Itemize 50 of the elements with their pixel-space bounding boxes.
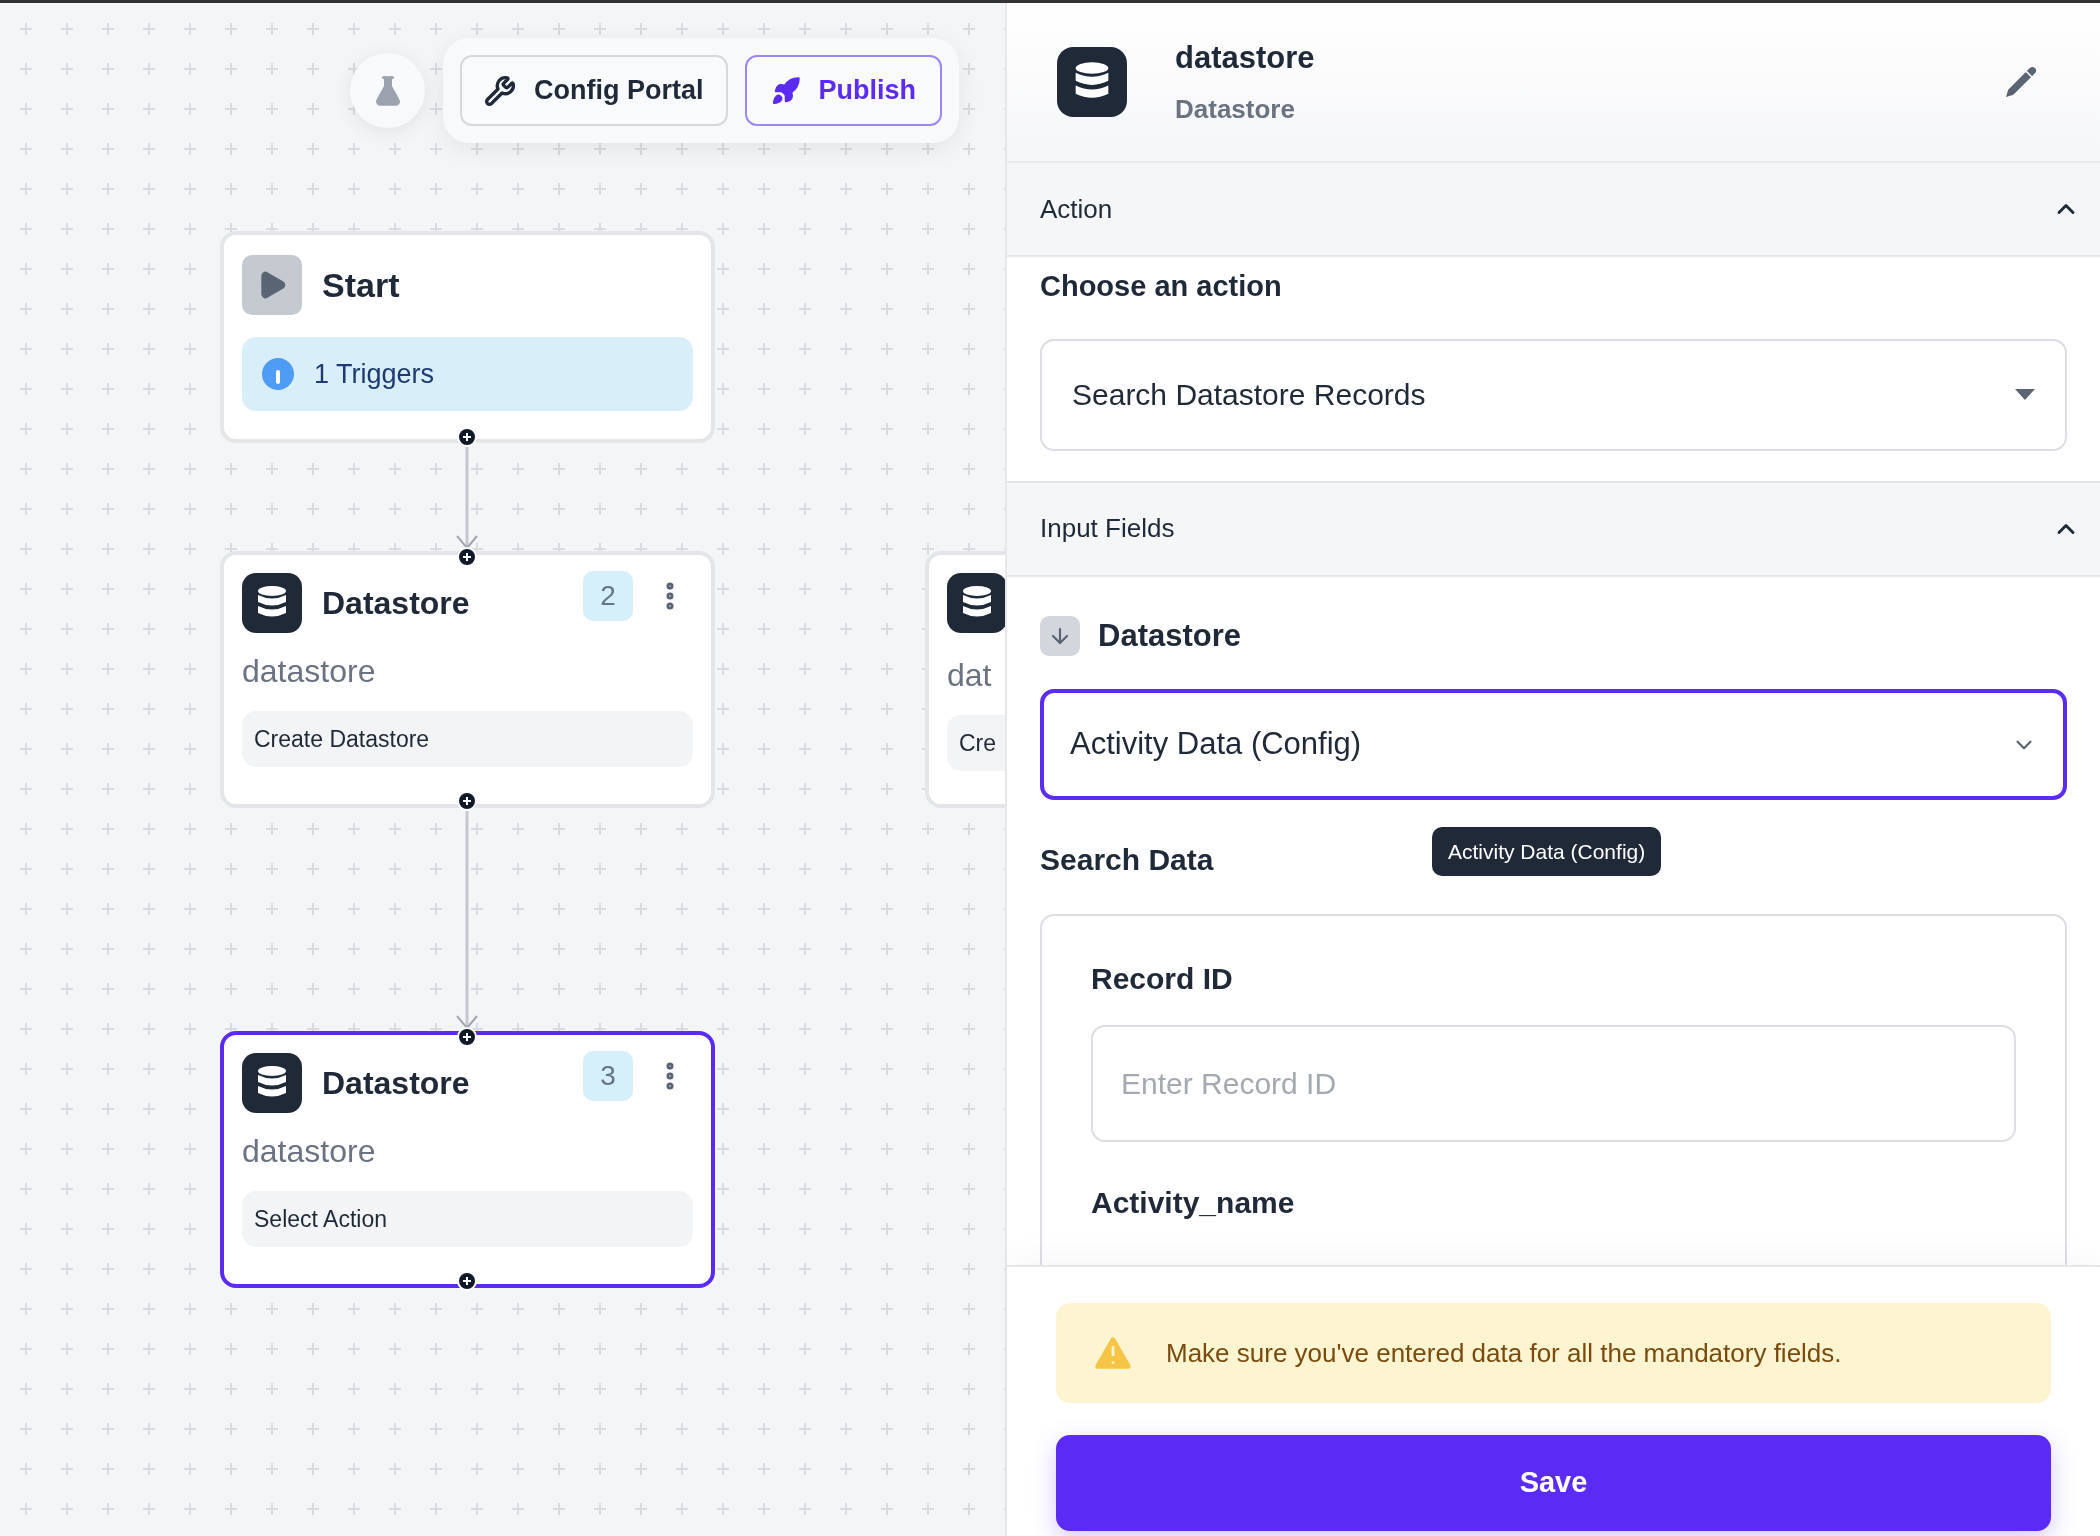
datastore-select[interactable]: Activity Data (Config) [1040, 689, 2067, 800]
step-number: 3 [583, 1051, 633, 1101]
wrench-icon [484, 74, 516, 107]
config-portal-button[interactable]: Config Portal [460, 55, 728, 126]
plus-icon [462, 796, 472, 806]
field-label: Datastore [1098, 616, 1241, 655]
field-label: Activity_name [1091, 1185, 1296, 1221]
node-title: Start [322, 264, 400, 306]
node-title: Datastore [322, 1064, 470, 1103]
node-title: Datastore [322, 584, 470, 623]
section-title: Input Fields [1040, 512, 1175, 545]
record-id-field[interactable]: Enter Record ID [1091, 1025, 2016, 1142]
plus-icon [462, 552, 472, 562]
section-title: Action [1040, 192, 1113, 226]
field-label: Record ID [1091, 961, 1234, 997]
datastore-node[interactable]: dat Cre [925, 551, 1005, 808]
save-button[interactable]: Save [1056, 1435, 2051, 1531]
field-label: Search Data [1040, 841, 1214, 878]
plus-icon [462, 1276, 472, 1286]
tooltip: Activity Data (Config) [1432, 827, 1662, 876]
section-header[interactable]: Action [1007, 163, 2100, 257]
action-select[interactable]: Search Datastore Records [1040, 338, 2067, 451]
info-icon [262, 358, 294, 390]
node-subtitle: datastore [242, 655, 376, 687]
panel-subtitle: Datastore [1175, 92, 1296, 126]
arrow-down-icon [1040, 615, 1080, 656]
database-icon [1057, 47, 1127, 117]
step-number: 2 [583, 571, 633, 621]
node-action: Create Datastore [242, 711, 693, 767]
database-icon [242, 1053, 302, 1113]
field-label: Choose an action [1040, 269, 1283, 304]
triggers-count: 1 Triggers [314, 357, 435, 391]
node-action: Select Action [242, 1191, 693, 1247]
caret-down-icon [2015, 389, 2035, 400]
play-icon [242, 255, 302, 315]
node-subtitle: dat [947, 659, 992, 691]
alert-message: Make sure you've entered data for all the mandatory fields. [1166, 1336, 1842, 1370]
triggers-banner[interactable]: 1 Triggers [242, 337, 693, 411]
node-action: Cre [947, 715, 1005, 771]
datastore-node[interactable]: Datastore 2 datastore Create Datastore [220, 551, 715, 808]
plus-icon [462, 1032, 472, 1042]
rocket-icon [770, 75, 801, 106]
database-icon [242, 573, 302, 633]
section-header[interactable]: Input Fields [1007, 482, 2100, 577]
publish-button[interactable]: Publish [744, 55, 942, 126]
plus-icon [462, 432, 472, 442]
panel-title: datastore [1175, 39, 1315, 78]
start-node[interactable]: Start 1 Triggers [220, 231, 715, 443]
node-subtitle: datastore [242, 1135, 376, 1167]
datastore-node[interactable]: Datastore 3 datastore Select Action [220, 1031, 715, 1288]
